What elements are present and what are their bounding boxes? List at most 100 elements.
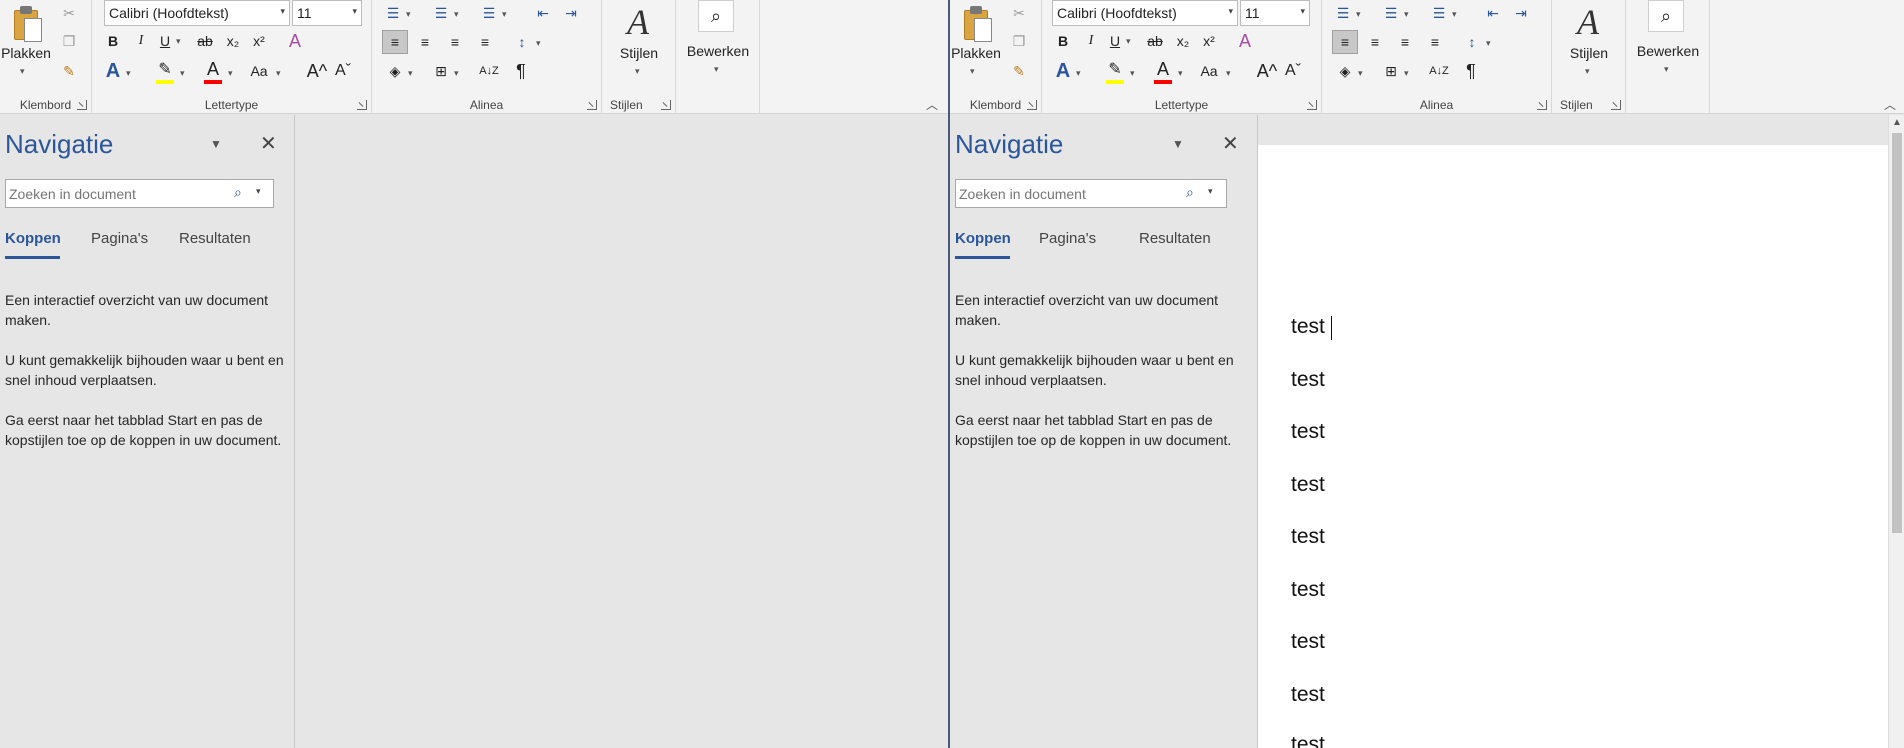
borders-dropdown-icon[interactable]: ▾ (454, 68, 459, 79)
italic-button[interactable]: I (130, 30, 152, 52)
document-line[interactable]: test (1291, 525, 1325, 549)
grow-font-button[interactable]: A^ (1256, 60, 1278, 82)
line-spacing-dropdown-icon[interactable]: ▾ (1486, 38, 1491, 49)
styles-launcher-icon[interactable] (661, 100, 671, 110)
cut-icon[interactable]: ✂ (58, 2, 80, 24)
decrease-indent-icon[interactable]: ⇤ (532, 2, 554, 24)
shading-dropdown-icon[interactable]: ▾ (1358, 68, 1363, 79)
superscript-button[interactable]: x² (1198, 30, 1220, 52)
font-color-dropdown-icon[interactable]: ▾ (1178, 68, 1183, 79)
cut-icon[interactable]: ✂ (1008, 2, 1030, 24)
paste-icon[interactable] (958, 4, 994, 44)
paste-dropdown-icon[interactable]: ▾ (970, 66, 975, 77)
document-line[interactable]: test (1291, 368, 1325, 392)
align-left-button[interactable]: ≡ (382, 30, 408, 54)
justify-button[interactable]: ≡ (472, 30, 498, 54)
search-input[interactable]: Zoeken in document ⌕ ▾ (5, 179, 274, 208)
change-case-button[interactable]: Aa (246, 60, 272, 82)
styles-dropdown-icon[interactable]: ▾ (1585, 66, 1590, 77)
document-page[interactable]: test test test test test test test test … (1258, 145, 1888, 748)
borders-dropdown-icon[interactable]: ▾ (1404, 68, 1409, 79)
clipboard-launcher-icon[interactable] (1027, 100, 1037, 110)
highlight-dropdown-icon[interactable]: ▾ (180, 68, 185, 79)
bullets-icon[interactable]: ☰ (1332, 2, 1354, 24)
font-launcher-icon[interactable] (1307, 100, 1317, 110)
search-options-icon[interactable]: ▾ (1208, 186, 1213, 197)
shading-icon[interactable]: ◈ (384, 60, 406, 82)
paragraph-launcher-icon[interactable] (1537, 100, 1547, 110)
text-effects-button[interactable]: A (1052, 60, 1074, 82)
format-painter-icon[interactable]: ✎ (1008, 60, 1030, 82)
borders-icon[interactable]: ⊞ (430, 60, 452, 82)
multilevel-dropdown-icon[interactable]: ▾ (1452, 9, 1457, 20)
highlight-dropdown-icon[interactable]: ▾ (1130, 68, 1135, 79)
underline-dropdown-icon[interactable]: ▾ (176, 36, 181, 47)
bullets-icon[interactable]: ☰ (382, 2, 404, 24)
paste-button[interactable]: Plakken (0, 45, 52, 61)
scroll-up-icon[interactable]: ▲ (1892, 117, 1902, 128)
nav-options-icon[interactable]: ▼ (1172, 137, 1184, 151)
editing-dropdown-icon[interactable]: ▾ (714, 64, 719, 75)
sort-button[interactable]: A↓Z (1426, 60, 1452, 82)
text-effects-dropdown-icon[interactable]: ▾ (126, 68, 131, 79)
search-input[interactable]: Zoeken in document ⌕ ▾ (955, 179, 1227, 208)
document-line[interactable]: test (1291, 473, 1325, 497)
paste-icon[interactable] (8, 4, 44, 44)
bold-button[interactable]: B (102, 30, 124, 52)
shading-icon[interactable]: ◈ (1334, 60, 1356, 82)
document-line[interactable]: test (1291, 683, 1325, 707)
align-left-button[interactable]: ≡ (1332, 30, 1358, 54)
numbering-icon[interactable]: ☰ (430, 2, 452, 24)
format-painter-icon[interactable]: ✎ (58, 60, 80, 82)
underline-button[interactable]: U (154, 30, 176, 52)
align-center-button[interactable]: ≡ (1362, 30, 1388, 54)
superscript-button[interactable]: x² (248, 30, 270, 52)
search-icon[interactable]: ⌕ (1648, 0, 1684, 32)
styles-dropdown-icon[interactable]: ▾ (635, 66, 640, 77)
italic-button[interactable]: I (1080, 30, 1102, 52)
document-line[interactable]: test (1291, 420, 1325, 444)
text-effects-button[interactable]: A (102, 60, 124, 82)
styles-button[interactable]: Stijlen (1552, 45, 1626, 61)
multilevel-dropdown-icon[interactable]: ▾ (502, 9, 507, 20)
multilevel-list-icon[interactable]: ☰ (1428, 2, 1450, 24)
shrink-font-button[interactable]: Aˇ (332, 60, 354, 82)
align-right-button[interactable]: ≡ (442, 30, 468, 54)
styles-icon[interactable]: A (620, 2, 656, 42)
tab-pages[interactable]: Pagina's (91, 230, 148, 247)
shrink-font-button[interactable]: Aˇ (1282, 60, 1304, 82)
font-name-select[interactable]: Calibri (Hoofdtekst) ▾ (1052, 0, 1238, 26)
paragraph-launcher-icon[interactable] (587, 100, 597, 110)
multilevel-list-icon[interactable]: ☰ (478, 2, 500, 24)
line-spacing-icon[interactable]: ↕ (510, 30, 534, 54)
tab-headings[interactable]: Koppen (955, 230, 1011, 247)
document-line[interactable]: test (1291, 733, 1325, 748)
font-size-select[interactable]: 11 ▾ (292, 0, 362, 26)
scroll-thumb[interactable] (1892, 133, 1902, 533)
subscript-button[interactable]: x₂ (222, 30, 244, 52)
font-launcher-icon[interactable] (357, 100, 367, 110)
increase-indent-icon[interactable]: ⇥ (560, 2, 582, 24)
grow-font-button[interactable]: A^ (306, 60, 328, 82)
strikethrough-button[interactable]: ab (1142, 30, 1168, 52)
clipboard-launcher-icon[interactable] (77, 100, 87, 110)
line-spacing-icon[interactable]: ↕ (1460, 30, 1484, 54)
align-center-button[interactable]: ≡ (412, 30, 438, 54)
font-color-button[interactable]: A (202, 58, 224, 80)
borders-icon[interactable]: ⊞ (1380, 60, 1402, 82)
nav-options-icon[interactable]: ▼ (210, 137, 222, 151)
document-line[interactable]: test (1291, 578, 1325, 602)
highlight-icon[interactable]: ✎ (154, 58, 176, 80)
search-icon[interactable]: ⌕ (234, 184, 242, 201)
numbering-dropdown-icon[interactable]: ▾ (1404, 9, 1409, 20)
justify-button[interactable]: ≡ (1422, 30, 1448, 54)
underline-button[interactable]: U (1104, 30, 1126, 52)
change-case-dropdown-icon[interactable]: ▾ (276, 68, 281, 79)
editing-button[interactable]: Bewerken (676, 43, 760, 59)
editing-button[interactable]: Bewerken (1626, 43, 1710, 59)
bullets-dropdown-icon[interactable]: ▾ (406, 9, 411, 20)
bullets-dropdown-icon[interactable]: ▾ (1356, 9, 1361, 20)
search-icon[interactable]: ⌕ (698, 0, 734, 32)
document-line[interactable]: test (1291, 630, 1325, 654)
show-formatting-button[interactable]: ¶ (1460, 60, 1482, 82)
